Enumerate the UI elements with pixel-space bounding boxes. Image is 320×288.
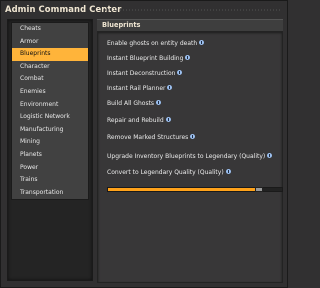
info-icon[interactable]: [190, 134, 196, 139]
sidebar-item-cheats[interactable]: Cheats: [12, 23, 88, 36]
setting-label: Repair and Rebuild: [107, 117, 164, 124]
info-icon[interactable]: [167, 85, 173, 90]
setting-instant-blueprint-building[interactable]: Instant Blueprint Building: [107, 55, 191, 62]
slider-fill: [108, 188, 260, 191]
sidebar-item-logistic-network[interactable]: Logistic Network: [12, 111, 88, 124]
setting-label: Enable ghosts on entity death: [107, 40, 198, 47]
sidebar-item-transportation[interactable]: Transportation: [12, 187, 88, 200]
setting-label: Instant Rail Planner: [107, 85, 166, 92]
admin-command-center-window: Admin Command Center Cheats Armor Bluepr…: [0, 0, 288, 288]
remove-marked-structures-button[interactable]: Remove Marked Structures: [107, 134, 196, 141]
setting-instant-deconstruction[interactable]: Instant Deconstruction: [107, 70, 183, 77]
sidebar-item-mining[interactable]: Mining: [12, 136, 88, 149]
sidebar-item-character[interactable]: Character: [12, 61, 88, 74]
setting-label: Build All Ghosts: [107, 100, 155, 107]
sidebar-item-planets[interactable]: Planets: [12, 149, 88, 162]
sidebar: Cheats Armor Blueprints Character Combat…: [7, 19, 93, 281]
title-drag-handle[interactable]: [105, 9, 281, 11]
sidebar-item-trains[interactable]: Trains: [12, 174, 88, 187]
settings-panel: Enable ghosts on entity death Instant Bl…: [97, 31, 283, 283]
setting-label: Upgrade Inventory Blueprints to Legendar…: [107, 153, 266, 160]
panel-header: Blueprints: [97, 19, 283, 31]
info-icon[interactable]: [199, 40, 205, 45]
setting-label: Convert to Legendary Quality (Quality): [107, 169, 224, 176]
sidebar-item-armor[interactable]: Armor: [12, 36, 88, 49]
setting-label: Instant Blueprint Building: [107, 55, 184, 62]
sidebar-item-combat[interactable]: Combat: [12, 73, 88, 86]
build-all-ghosts-button[interactable]: Build All Ghosts: [107, 100, 162, 107]
sidebar-list: Cheats Armor Blueprints Character Combat…: [11, 22, 89, 200]
info-icon[interactable]: [177, 70, 183, 75]
setting-label: Remove Marked Structures: [107, 134, 189, 141]
setting-label: Instant Deconstruction: [107, 70, 176, 77]
sidebar-item-environment[interactable]: Environment: [12, 99, 88, 112]
slider-handle[interactable]: [255, 187, 264, 192]
panel-title: Blueprints: [102, 20, 141, 29]
sidebar-item-blueprints[interactable]: Blueprints: [12, 48, 88, 61]
window-title: Admin Command Center: [5, 4, 122, 14]
info-icon[interactable]: [185, 55, 191, 60]
info-icon[interactable]: [165, 117, 171, 122]
quality-slider[interactable]: [107, 187, 283, 192]
setting-enable-ghosts[interactable]: Enable ghosts on entity death: [107, 40, 205, 47]
convert-to-legendary-quality-label: Convert to Legendary Quality (Quality): [107, 169, 231, 176]
sidebar-item-enemies[interactable]: Enemies: [12, 86, 88, 99]
repair-and-rebuild-button[interactable]: Repair and Rebuild: [107, 117, 171, 124]
setting-instant-rail-planner[interactable]: Instant Rail Planner: [107, 85, 173, 92]
info-icon[interactable]: [156, 100, 162, 105]
sidebar-item-manufacturing[interactable]: Manufacturing: [12, 124, 88, 137]
info-icon[interactable]: [267, 153, 273, 158]
info-icon[interactable]: [225, 169, 231, 174]
sidebar-item-power[interactable]: Power: [12, 162, 88, 175]
upgrade-inventory-blueprints-button[interactable]: Upgrade Inventory Blueprints to Legendar…: [107, 153, 273, 160]
